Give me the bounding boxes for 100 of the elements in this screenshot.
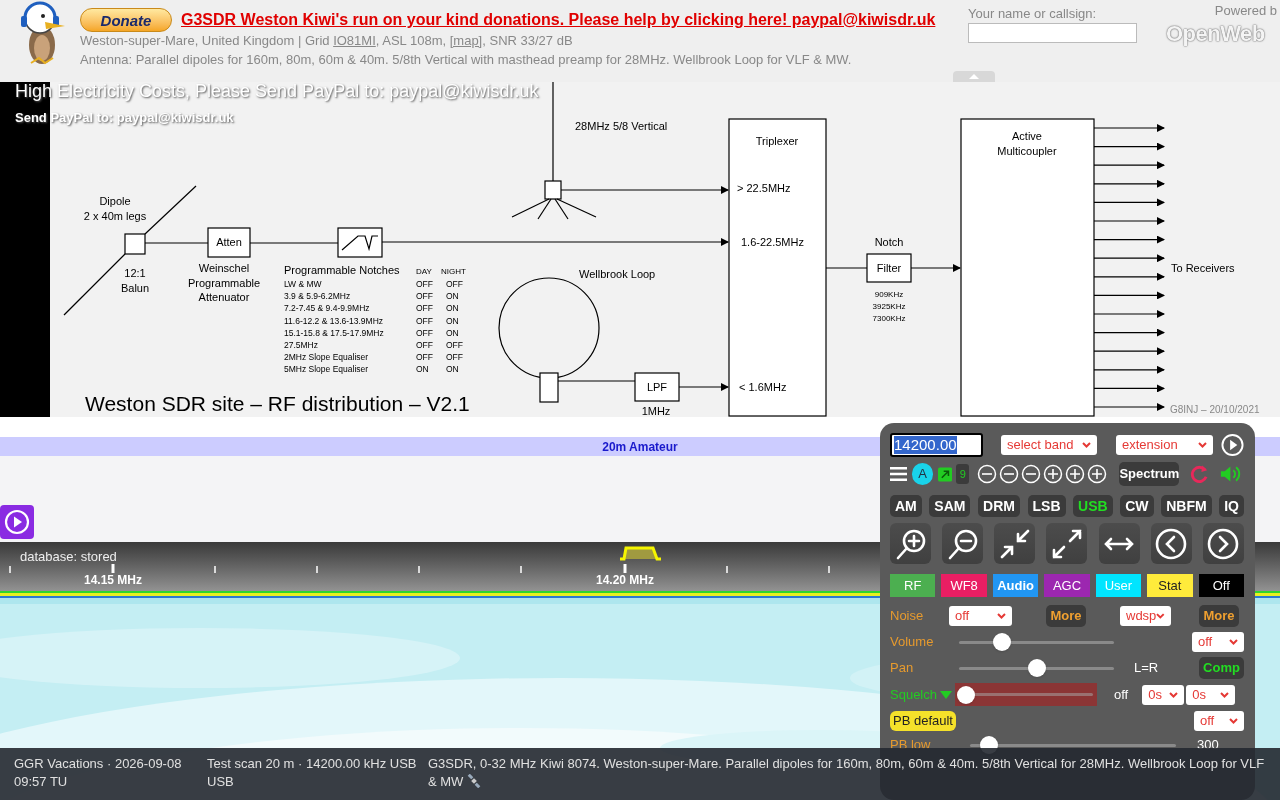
more-button[interactable]: More [1046, 605, 1086, 627]
diagram-label: 28MHz 5/8 Vertical [575, 120, 668, 132]
mode-button[interactable]: USB [1073, 495, 1113, 517]
arrow [1093, 403, 1165, 411]
slider-thumb[interactable] [956, 685, 975, 704]
diagram-label: ON [446, 303, 459, 314]
pb-low-reading: 300 [1197, 736, 1219, 755]
slider-thumb[interactable] [993, 633, 1012, 651]
mode-button[interactable]: DRM [978, 495, 1020, 517]
plus-circle-icon[interactable] [1043, 464, 1064, 484]
arrow [1093, 235, 1165, 244]
toolbar-button[interactable] [890, 523, 931, 564]
frequency-field[interactable]: 14200.00 [890, 433, 983, 457]
panel-tab[interactable]: Off [1198, 574, 1244, 597]
panel-tab[interactable]: Audio [992, 574, 1039, 597]
band-select[interactable]: select band [1001, 435, 1097, 455]
mode-button[interactable]: IQ [1219, 495, 1244, 517]
diagram-label: Attenuator [198, 291, 250, 303]
arrow [1093, 328, 1165, 337]
filter-select[interactable]: wdsp [1120, 606, 1171, 626]
menu-icon[interactable] [890, 466, 908, 482]
caret-icon [1082, 442, 1091, 448]
arrow [1093, 291, 1165, 300]
diagram-label: 12:1 [124, 267, 146, 279]
volume-label: Volume [890, 633, 935, 652]
diagram-label: OFF [446, 340, 463, 350]
mode-button[interactable]: CW [1120, 495, 1154, 517]
pb-default-button[interactable]: PB default [890, 710, 956, 731]
diagram-label: 909KHz [874, 290, 904, 299]
diagram-label: < 1.6MHz [739, 381, 787, 393]
volume-select[interactable]: off [1192, 632, 1244, 652]
diagram-label: 27.5MHz [284, 340, 318, 350]
diagram-label: OFF [416, 352, 433, 363]
squelch-slider[interactable] [955, 683, 1097, 706]
caret-icon [1220, 691, 1230, 698]
mode-button[interactable]: NBFM [1161, 495, 1212, 517]
location-line: Weston-super-Mare, United Kingdom | Grid IO81MI, ASL 108m, [map], SNR 33/27 dB [80, 32, 574, 50]
noise-label: Noise [890, 607, 925, 626]
diagram-label: Atten [216, 236, 242, 248]
location-link[interactable]: IO81MI [333, 33, 376, 48]
play-button[interactable] [0, 505, 34, 539]
extension-select[interactable]: extension [1116, 435, 1213, 455]
diagram-label: 2 x 40m legs [83, 210, 147, 222]
auto-button[interactable]: A [912, 463, 933, 485]
diagram-label: 5MHz Slope Equaliser [284, 364, 369, 375]
diagram-label: OFF [416, 315, 433, 326]
mode-button[interactable]: LSB [1027, 495, 1066, 517]
comp-button[interactable]: Comp [1199, 657, 1244, 679]
squelch-delay-select[interactable]: 0s [1186, 684, 1236, 705]
diagram-label: Weinschel [198, 262, 250, 274]
frequency-label: 14.15 MHz [84, 572, 142, 589]
toolbar-button[interactable] [994, 523, 1036, 564]
external-link-icon[interactable] [937, 466, 953, 482]
panel-tab[interactable]: RF [890, 574, 936, 597]
database-status: database: stored [20, 548, 117, 566]
diagram-block [207, 227, 251, 258]
arrow [1093, 198, 1165, 207]
satellite-icon [467, 774, 481, 788]
connector-line [825, 267, 868, 269]
toolbar-button[interactable] [942, 523, 984, 564]
frequency-label: 14.20 MHz [596, 572, 654, 589]
diagram-label: ON [446, 364, 459, 375]
spectrum-button[interactable]: Spectrum [1119, 462, 1180, 486]
antenna-line: Antenna: Parallel dipoles for 160m, 80m, 60m & 40m. 5/8th Vertical with masthead preamp for 28MHz. Wellbrook Loop for VLF & MW. [80, 51, 853, 69]
squelch-delay-select[interactable]: 0s [1142, 684, 1185, 705]
toolbar-button[interactable] [1046, 523, 1088, 564]
panel-tab[interactable]: AGC [1044, 574, 1090, 597]
mode-button[interactable]: SAM [929, 495, 971, 517]
noise-select[interactable]: off [949, 606, 1012, 626]
diagram-label: OFF [446, 279, 463, 289]
mode-button[interactable]: AM [890, 495, 922, 517]
pb-select[interactable]: off [1194, 710, 1244, 731]
diagram-label: Multicoupler [997, 145, 1057, 157]
arrow [1093, 347, 1165, 356]
panel-tab[interactable]: WF8 [941, 574, 987, 597]
play-icon[interactable] [1221, 433, 1244, 457]
diagram-block [634, 372, 680, 402]
donate-button[interactable]: Donate [80, 8, 172, 32]
diagram-label: NIGHT [441, 267, 466, 276]
caret-down-icon[interactable] [940, 690, 952, 699]
toolbar-button[interactable] [1150, 523, 1192, 564]
diagram-label: Wellbrook Loop [579, 268, 656, 280]
callsign-field[interactable] [968, 23, 1137, 43]
callsign-label: Your name or callsign: [968, 6, 1098, 22]
panel-tab[interactable]: Stat [1147, 574, 1193, 597]
minus-circle-icon[interactable] [1021, 464, 1042, 484]
arrow [678, 383, 729, 391]
toolbar-button[interactable] [1202, 523, 1244, 564]
slider-thumb[interactable] [1027, 659, 1046, 677]
diagram-label: 1.6-22.5MHz [741, 236, 804, 248]
pan-slider[interactable] [959, 659, 1114, 677]
diagram-label: 3.9 & 5.9-6.2MHz [284, 291, 351, 302]
diagram-label: 1MHz [641, 405, 671, 417]
diagram-label: 3925KHz [872, 302, 906, 311]
pan-reading: L=R [1134, 659, 1159, 678]
count-badge: 9 [956, 464, 970, 484]
donation-link[interactable]: G3SDR Weston Kiwi's run on your kind donations. Please help by clicking here! paypal@kiwisdr.uk [181, 8, 936, 32]
volume-slider[interactable] [959, 633, 1114, 651]
more-button[interactable]: More [1199, 605, 1239, 627]
toolbar-button[interactable] [1098, 523, 1140, 564]
